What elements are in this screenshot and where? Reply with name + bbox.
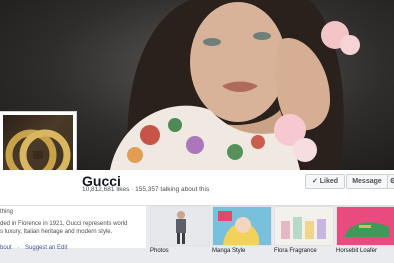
- page-stats: 10,812,681 likes · 155,357 talking about…: [82, 186, 210, 193]
- about-box: thing ded in Florence in 1921, Gucci rep…: [0, 206, 146, 248]
- horsebit-loafer-label[interactable]: Horsebit Loafer: [336, 248, 377, 254]
- manga-style-label[interactable]: Manga Style: [212, 248, 245, 254]
- manga-thumbnail: [213, 207, 271, 245]
- photos-thumbnail: [151, 207, 209, 245]
- horsebit-loafer-tile[interactable]: [336, 206, 394, 246]
- liked-button[interactable]: ✓ Liked: [305, 174, 345, 189]
- about-line-1: ded in Florence in 1921, Gucci represent…: [0, 221, 128, 227]
- loafer-thumbnail: [337, 207, 394, 245]
- about-heading: thing: [0, 209, 14, 215]
- about-link[interactable]: bout: [0, 245, 12, 251]
- flora-fragrance-label[interactable]: Flora Fragrance: [274, 248, 317, 254]
- gear-icon[interactable]: ⚙: [387, 174, 394, 189]
- message-button[interactable]: Message: [346, 174, 388, 189]
- photos-label[interactable]: Photos: [150, 248, 169, 254]
- photos-tile[interactable]: [150, 206, 210, 246]
- fragrance-thumbnail: [275, 207, 333, 245]
- about-line-2: s luxury, Italian heritage and modern st…: [0, 229, 113, 235]
- about-links: bout · Suggest an Edit: [0, 245, 71, 251]
- flora-fragrance-tile[interactable]: [274, 206, 334, 246]
- separator: ·: [17, 245, 20, 251]
- suggest-edit-link[interactable]: Suggest an Edit: [25, 245, 67, 251]
- manga-style-tile[interactable]: [212, 206, 272, 246]
